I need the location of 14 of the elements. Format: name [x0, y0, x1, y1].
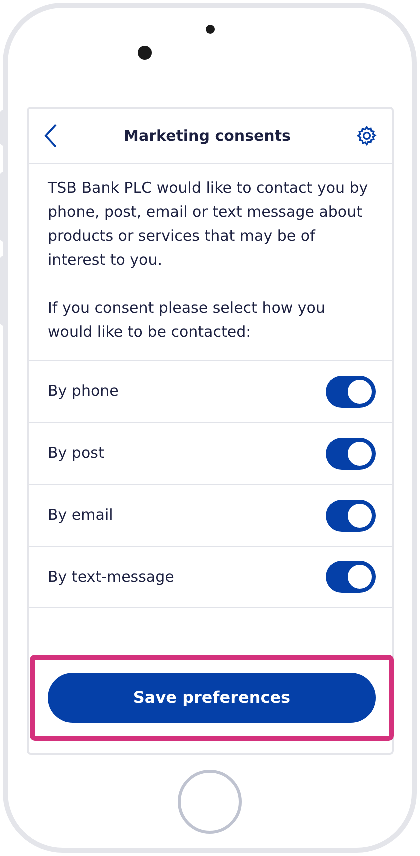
option-label: By email	[48, 505, 114, 526]
toggle-switch[interactable]	[326, 438, 376, 470]
toggle-switch[interactable]	[326, 561, 376, 593]
option-label: By text-message	[48, 566, 174, 588]
option-label: By phone	[48, 381, 119, 402]
toggle-switch[interactable]	[326, 500, 376, 532]
settings-icon[interactable]	[356, 125, 378, 147]
intro-paragraph: If you consent please select how you would like to be contacted:	[48, 298, 326, 343]
save-preferences-button[interactable]: Save preferences	[48, 673, 376, 723]
toggle-switch[interactable]	[326, 376, 376, 408]
option-label: By post	[48, 443, 104, 464]
intro-paragraph: TSB Bank PLC would like to contact you by phone, post, email or text message about products or services that may be of interest to you.	[48, 178, 370, 271]
screen-title: Marketing consents	[124, 126, 291, 147]
back-icon[interactable]	[43, 123, 59, 149]
